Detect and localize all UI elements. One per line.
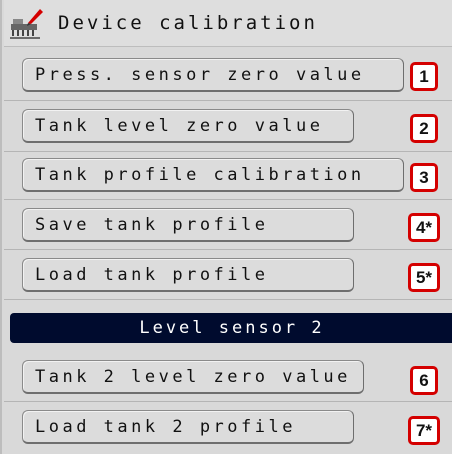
press-sensor-zero-button[interactable]: Press. sensor zero value xyxy=(22,58,404,92)
button-label: Load tank profile xyxy=(35,264,269,285)
divider xyxy=(4,100,452,101)
seeder-calibration-icon xyxy=(10,9,43,39)
divider xyxy=(4,249,452,250)
load-tank-2-profile-button[interactable]: Load tank 2 profile xyxy=(22,410,354,444)
save-tank-profile-button[interactable]: Save tank profile xyxy=(22,208,354,242)
button-label: Press. sensor zero value xyxy=(35,64,365,85)
section-header-level-sensor-2: Level sensor 2 xyxy=(10,313,452,343)
tank-level-zero-button[interactable]: Tank level zero value xyxy=(22,109,354,143)
badge-7: 7* xyxy=(408,416,440,445)
page-title: Device calibration xyxy=(58,12,318,34)
badge-1: 1 xyxy=(410,62,438,91)
divider xyxy=(4,199,452,200)
divider xyxy=(4,401,452,402)
badge-4: 4* xyxy=(408,213,440,242)
title-bar: Device calibration xyxy=(4,0,452,47)
divider xyxy=(4,299,452,300)
button-label: Save tank profile xyxy=(35,214,269,235)
badge-2: 2 xyxy=(410,114,438,143)
load-tank-profile-button[interactable]: Load tank profile xyxy=(22,258,354,292)
button-label: Load tank 2 profile xyxy=(35,416,296,437)
badge-3: 3 xyxy=(410,163,438,192)
tank-2-level-zero-button[interactable]: Tank 2 level zero value xyxy=(22,360,364,394)
badge-6: 6 xyxy=(410,366,438,395)
badge-5: 5* xyxy=(408,263,440,292)
divider xyxy=(4,151,452,152)
section-header-label: Level sensor 2 xyxy=(139,318,325,338)
tank-profile-calibration-button[interactable]: Tank profile calibration xyxy=(22,158,404,192)
button-label: Tank 2 level zero value xyxy=(35,366,351,387)
calibration-panel: Device calibration Press. sensor zero va… xyxy=(0,0,452,454)
button-label: Tank level zero value xyxy=(35,115,324,136)
button-label: Tank profile calibration xyxy=(35,164,365,185)
